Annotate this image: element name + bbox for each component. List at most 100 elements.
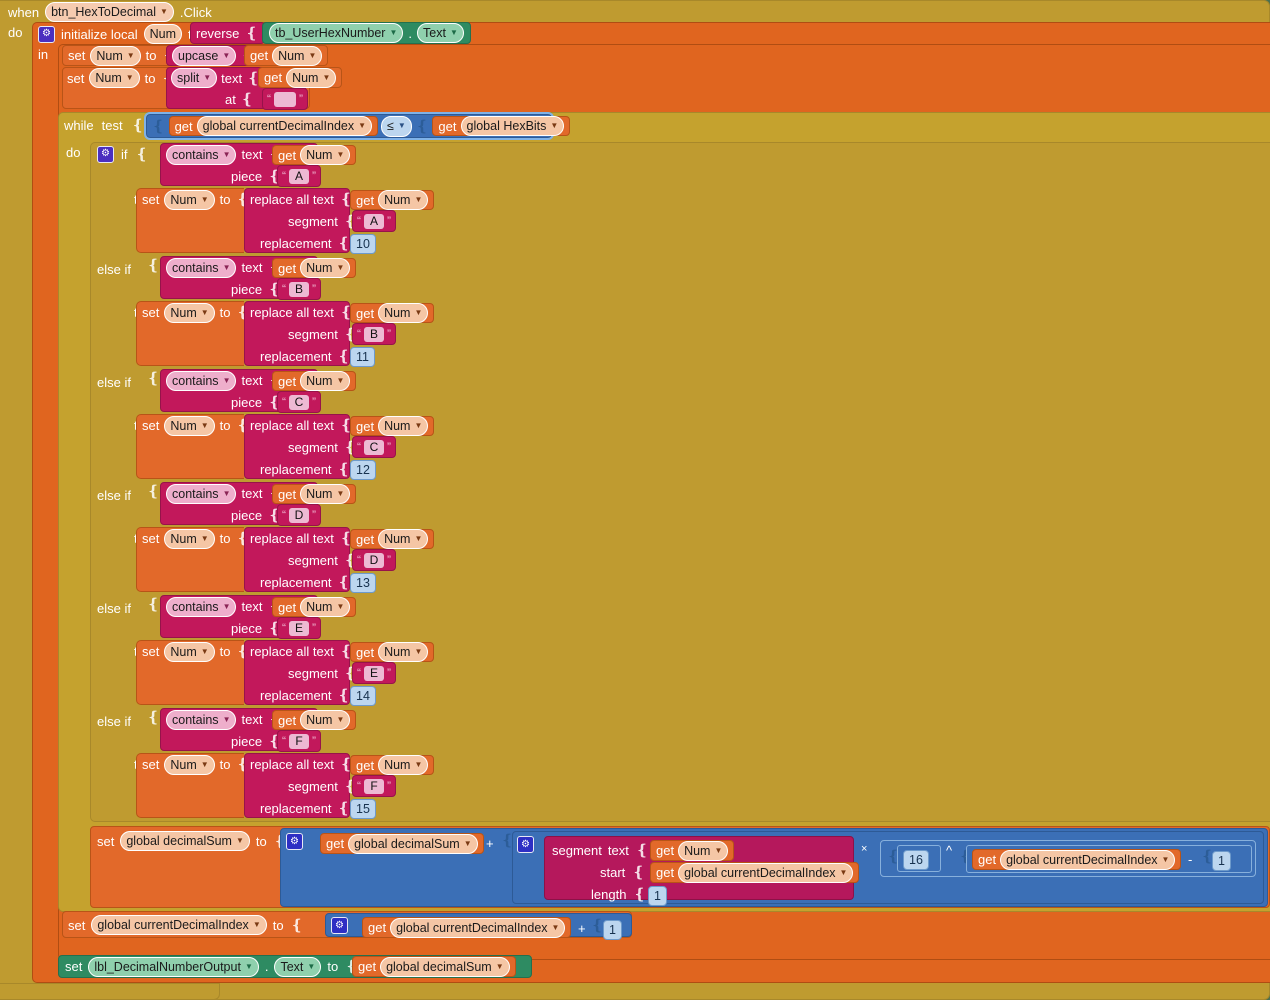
string-value-field[interactable]: E <box>289 620 309 636</box>
var-dropdown-num[interactable]: Num ▼ <box>300 145 351 165</box>
upcase-dropdown[interactable]: upcase ▼ <box>172 45 237 66</box>
replacement-value-E[interactable]: 14 <box>350 686 376 706</box>
get-num-segment-text[interactable]: get Num ▼ <box>650 840 735 861</box>
string-value-field[interactable]: C <box>364 439 384 455</box>
get-num-replace-B[interactable]: get Num ▼ <box>350 303 435 323</box>
var-dropdown-num[interactable]: Num ▼ <box>378 190 429 210</box>
string-value-field[interactable]: A <box>364 213 384 229</box>
mutator-gear-icon[interactable]: ⚙ <box>331 917 348 934</box>
get-num-contains-C[interactable]: get Num ▼ <box>272 371 357 391</box>
replacement-value-F[interactable]: 15 <box>350 799 376 819</box>
exponent-offset-value[interactable]: 1 <box>1212 851 1231 871</box>
var-dropdown-num[interactable]: Num ▼ <box>164 641 215 662</box>
var-dropdown-num[interactable]: Num ▼ <box>678 840 729 861</box>
get-num-replace-C[interactable]: get Num ▼ <box>350 416 435 436</box>
var-dropdown-num[interactable]: Num ▼ <box>378 755 429 775</box>
string-value-field[interactable]: C <box>289 394 309 410</box>
get-global-currentdecimalindex-exp[interactable]: get global currentDecimalIndex ▼ <box>972 849 1182 870</box>
get-num-contains-E[interactable]: get Num ▼ <box>272 597 357 617</box>
var-dropdown-num[interactable]: Num ▼ <box>89 68 140 88</box>
var-dropdown-num[interactable]: Num ▼ <box>300 484 351 504</box>
mutator-gear-icon[interactable]: ⚙ <box>517 836 534 853</box>
var-dropdown-num[interactable]: Num ▼ <box>164 528 215 549</box>
string-literal-piece-D[interactable]: “ D ” <box>277 504 321 526</box>
property-dropdown-text[interactable]: Text ▼ <box>274 956 322 977</box>
get-num-block-2[interactable]: get Num ▼ <box>258 67 343 88</box>
string-value-field[interactable]: E <box>364 665 384 681</box>
string-literal-segment-C[interactable]: “ C ” <box>352 436 396 458</box>
component-dropdown-tb-userhex[interactable]: tb_UserHexNumber ▼ <box>269 23 404 43</box>
blocks-canvas[interactable]: when btn_HexToDecimal ▼ .Click do ⚙ init… <box>0 0 1270 1000</box>
var-dropdown-num[interactable]: Num ▼ <box>378 642 429 662</box>
get-num-replace-A[interactable]: get Num ▼ <box>350 190 435 210</box>
var-dropdown-global-hexbits[interactable]: global HexBits ▼ <box>460 116 565 136</box>
get-num-replace-E[interactable]: get Num ▼ <box>350 642 435 662</box>
string-value-field[interactable]: A <box>289 168 309 184</box>
get-num-contains-D[interactable]: get Num ▼ <box>272 484 357 504</box>
var-dropdown-global-currentdecimalindex[interactable]: global currentDecimalIndex ▼ <box>91 915 267 935</box>
replacement-value-B[interactable]: 11 <box>350 347 375 367</box>
contains-dropdown-F[interactable]: contains ▼ <box>166 709 237 730</box>
var-dropdown-num[interactable]: Num ▼ <box>164 415 215 436</box>
contains-dropdown-E[interactable]: contains ▼ <box>166 596 237 617</box>
var-dropdown-num[interactable]: Num ▼ <box>378 416 429 436</box>
comparison-block[interactable]: ❴ get global currentDecimalIndex ▼ ≤ ▼ ❴… <box>144 112 571 140</box>
mutator-gear-icon[interactable]: ⚙ <box>97 145 114 163</box>
string-value-field[interactable]: F <box>364 778 384 794</box>
get-global-currentdecimalindex-start[interactable]: get global currentDecimalIndex ▼ <box>650 862 860 883</box>
property-dropdown-text[interactable]: Text ▼ <box>417 23 464 43</box>
var-dropdown-global-decimalsum[interactable]: global decimalSum ▼ <box>380 956 510 977</box>
var-dropdown-num[interactable]: Num ▼ <box>300 371 351 391</box>
empty-string-block[interactable]: “ ” <box>262 88 308 110</box>
base-value[interactable]: 16 <box>903 850 929 870</box>
reverse-block[interactable]: reverse ❴ <box>190 22 265 44</box>
get-num-contains-A[interactable]: get Num ▼ <box>272 145 357 165</box>
component-dropdown-btn-hex[interactable]: btn_HexToDecimal ▼ <box>45 2 174 22</box>
string-literal-segment-B[interactable]: “ B ” <box>352 323 396 345</box>
segment-length-value[interactable]: 1 <box>648 886 667 906</box>
string-literal-segment-F[interactable]: “ F ” <box>352 775 396 797</box>
string-literal-segment-E[interactable]: “ E ” <box>352 662 396 684</box>
replacement-value-C[interactable]: 12 <box>350 460 376 480</box>
var-dropdown-global-currentdecimalindex[interactable]: global currentDecimalIndex ▼ <box>390 917 566 938</box>
var-dropdown-num[interactable]: Num ▼ <box>300 597 351 617</box>
mutator-gear-icon[interactable]: ⚙ <box>286 833 303 850</box>
contains-dropdown-C[interactable]: contains ▼ <box>166 370 237 391</box>
split-mode-dropdown[interactable]: split ▼ <box>171 68 218 88</box>
string-value-field[interactable]: F <box>289 733 309 749</box>
var-dropdown-global-decimalsum[interactable]: global decimalSum ▼ <box>120 831 250 851</box>
var-dropdown-global-decimalsum[interactable]: global decimalSum ▼ <box>348 833 478 854</box>
get-global-decimalsum[interactable]: get global decimalSum ▼ <box>320 833 484 854</box>
get-num-replace-D[interactable]: get Num ▼ <box>350 529 435 549</box>
increment-value[interactable]: 1 <box>603 920 622 940</box>
var-dropdown-num[interactable]: Num ▼ <box>164 302 215 323</box>
var-dropdown-global-currentdecimalindex[interactable]: global currentDecimalIndex ▼ <box>678 862 854 883</box>
var-dropdown-num[interactable]: Num ▼ <box>378 303 429 323</box>
get-num-block-1[interactable]: get Num ▼ <box>244 45 329 66</box>
var-dropdown-num[interactable]: Num ▼ <box>272 45 323 66</box>
var-dropdown-num[interactable]: Num ▼ <box>286 67 337 88</box>
string-value-field[interactable]: B <box>289 281 309 297</box>
string-literal-segment-A[interactable]: “ A ” <box>352 210 396 232</box>
replacement-value-A[interactable]: 10 <box>350 234 376 254</box>
string-literal-piece-B[interactable]: “ B ” <box>277 278 321 300</box>
component-dropdown-lbl-decimaloutput[interactable]: lbl_DecimalNumberOutput ▼ <box>88 956 259 977</box>
string-value-field[interactable]: B <box>364 326 384 342</box>
get-num-replace-F[interactable]: get Num ▼ <box>350 755 435 775</box>
var-dropdown-global-currentdecimalindex[interactable]: global currentDecimalIndex ▼ <box>196 116 373 136</box>
var-dropdown-num[interactable]: Num ▼ <box>90 45 141 66</box>
contains-dropdown-D[interactable]: contains ▼ <box>166 483 237 504</box>
get-num-contains-F[interactable]: get Num ▼ <box>272 710 357 730</box>
var-dropdown-global-currentdecimalindex[interactable]: global currentDecimalIndex ▼ <box>1000 849 1176 870</box>
string-literal-piece-A[interactable]: “ A ” <box>277 165 321 187</box>
mutator-gear-icon[interactable]: ⚙ <box>38 25 55 43</box>
string-value-field[interactable] <box>274 91 296 107</box>
get-num-contains-B[interactable]: get Num ▼ <box>272 258 357 278</box>
string-value-field[interactable]: D <box>289 507 309 523</box>
component-property-getter[interactable]: tb_UserHexNumber ▼ . Text ▼ <box>262 22 471 44</box>
string-literal-piece-E[interactable]: “ E ” <box>277 617 321 639</box>
string-value-field[interactable]: D <box>364 552 384 568</box>
replacement-value-D[interactable]: 13 <box>350 573 376 593</box>
local-var-name-field[interactable]: Num <box>143 24 182 44</box>
contains-dropdown-B[interactable]: contains ▼ <box>166 257 237 278</box>
